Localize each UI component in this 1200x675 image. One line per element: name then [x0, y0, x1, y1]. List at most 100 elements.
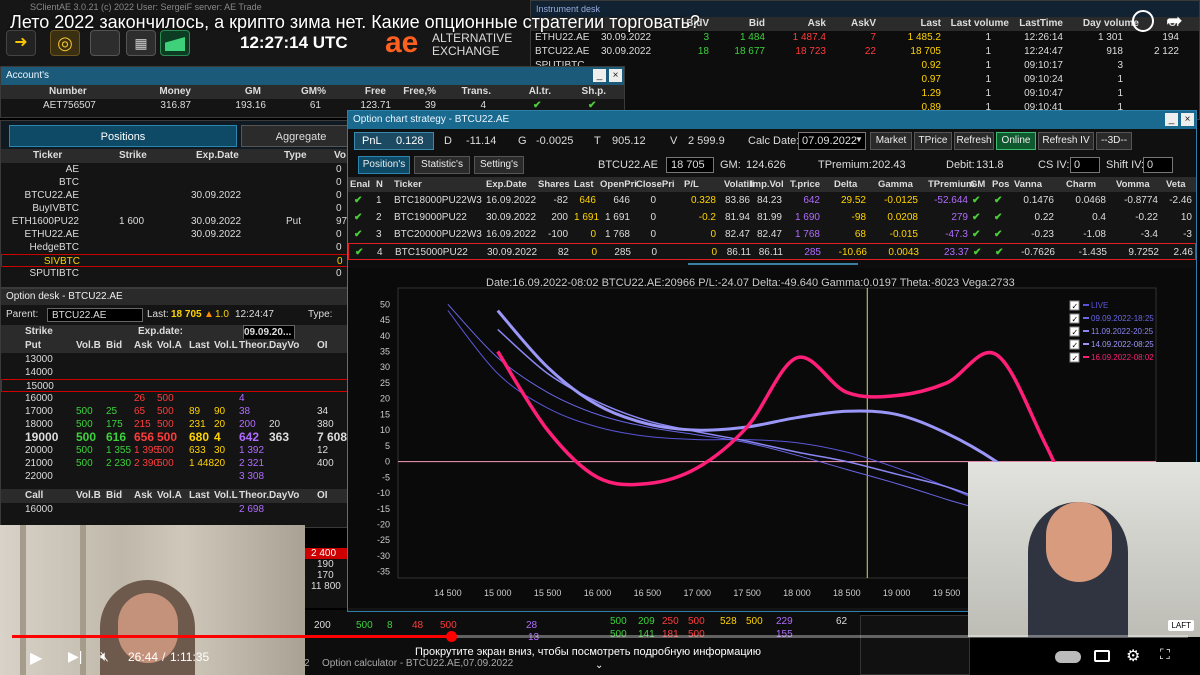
instrument-row[interactable]: 1.29 1 09:10:47 1 — [531, 87, 1199, 101]
play-icon[interactable]: ▶ — [30, 648, 42, 668]
col-free[interactable]: Free — [346, 85, 386, 98]
call-row[interactable]: 16000 2 698 — [1, 503, 349, 516]
3d-button[interactable]: --3D-- — [1096, 132, 1132, 150]
refresh-iv-button[interactable]: Refresh IV — [1038, 132, 1094, 150]
put-row[interactable]: 19000 500 616 656 500 680 4 642 363 7 608 — [1, 431, 349, 444]
minimize-icon[interactable]: _ — [1165, 113, 1178, 126]
tab-aggregate[interactable]: Aggregate — [241, 125, 349, 147]
grid-scrollbar[interactable] — [348, 260, 1196, 268]
col-lasttime[interactable]: LastTime — [1009, 17, 1063, 30]
online-button[interactable]: Online — [996, 132, 1036, 150]
put-row[interactable]: 22000 3 308 — [1, 470, 349, 483]
col-ticker[interactable]: Ticker — [33, 149, 62, 162]
option-calc-title[interactable]: Option calculator - BTCU22.AE,07.09.2022 — [322, 658, 513, 669]
col-shp[interactable]: Sh.p. — [566, 85, 606, 98]
tab-positions[interactable]: Positions — [9, 125, 237, 147]
gm-check-icon[interactable]: ✔ — [973, 244, 981, 261]
underlying-price-input[interactable]: 18 705 — [666, 157, 714, 173]
minimize-icon[interactable]: _ — [593, 69, 606, 82]
clock-icon[interactable] — [1132, 10, 1154, 32]
col-type[interactable]: Type — [284, 149, 307, 162]
position-row[interactable]: HedgeBTC 0 — [1, 241, 349, 254]
autoplay-toggle[interactable] — [1055, 651, 1081, 663]
position-row[interactable]: BuyIVBTC 0 — [1, 202, 349, 215]
position-row[interactable]: SIVBTC 0 — [1, 254, 349, 267]
col-money[interactable]: Money — [141, 85, 191, 98]
position-row[interactable]: BTC 0 — [1, 176, 349, 189]
col-last-volume[interactable]: Last volume — [941, 17, 1009, 30]
gm-check-icon[interactable]: ✔ — [972, 192, 980, 209]
put-row[interactable]: 20000 500 1 355 1 395 500 633 30 1 392 12 — [1, 444, 349, 457]
strategy-position-row[interactable]: ✔ 3 BTC20000PU22W3 16.09.2022 -100 0 1 768 0 0 82… — [348, 226, 1196, 243]
instrument-row[interactable]: BTCU22.AE 30.09.2022 18 18 677 18 723 22 18 70… — [531, 45, 1199, 59]
market-button[interactable]: Market — [870, 132, 912, 150]
position-row[interactable]: ETHU22.AE 30.09.2022 0 — [1, 228, 349, 241]
position-row[interactable]: ETH1600PU22 1 600 30.09.2022 Put 97 — [1, 215, 349, 228]
put-row[interactable]: 14000 — [1, 366, 349, 379]
col-number[interactable]: Number — [49, 85, 87, 98]
mute-icon[interactable]: 🔇︎ — [100, 648, 109, 665]
instrument-row[interactable]: SPUTIBTC0.92109:10:173 — [531, 59, 1199, 73]
calc-date-dropdown-icon[interactable]: ▼ — [855, 135, 863, 144]
refresh-button[interactable]: Refresh — [954, 132, 994, 150]
instrument-row[interactable]: ETHU22.AE 30.09.2022 3 1 484 1 487.4 7 1 485.2… — [531, 31, 1199, 45]
close-icon[interactable]: × — [1181, 113, 1194, 126]
gm-check-icon[interactable]: ✔ — [972, 226, 980, 243]
chevron-down-icon[interactable]: ⌄ — [595, 660, 603, 671]
enable-check-icon[interactable]: ✔ — [354, 192, 362, 209]
put-row[interactable]: 15000 — [1, 379, 349, 392]
settings-gear-icon[interactable]: ⚙ — [1126, 646, 1140, 666]
col-bid[interactable]: Bid — [715, 17, 765, 30]
strategy-position-row[interactable]: ✔ 4 BTC15000PU22 30.09.2022 82 0 285 0 0 86.11 86.… — [348, 243, 1196, 260]
position-row[interactable]: BTCU22.AE 30.09.2022 0 — [1, 189, 349, 202]
col-freep[interactable]: Free,% — [396, 85, 436, 98]
shiftiv-input[interactable]: 0 — [1143, 157, 1173, 173]
position-row[interactable]: AE 0 — [1, 163, 349, 176]
fullscreen-icon[interactable]: ⛶ — [1160, 646, 1170, 663]
col-expdate[interactable]: Exp.Date — [196, 149, 239, 162]
gm-check-icon[interactable]: ✔ — [972, 209, 980, 226]
put-row[interactable]: 16000 26 500 4 — [1, 392, 349, 405]
wallet-icon[interactable] — [90, 30, 120, 56]
pos-check-icon[interactable]: ✔ — [995, 244, 1003, 261]
col-last[interactable]: Last — [881, 17, 941, 30]
put-row[interactable]: 17000 500 25 65 500 89 90 38 34 — [1, 405, 349, 418]
tab-positions[interactable]: Position's — [358, 156, 410, 174]
pos-check-icon[interactable]: ✔ — [994, 209, 1002, 226]
tprice-button[interactable]: TPrice — [914, 132, 952, 150]
csiv-input[interactable]: 0 — [1070, 157, 1100, 173]
position-row[interactable]: SPUTIBTC 0 — [1, 267, 349, 280]
coins-icon[interactable]: ◎ — [50, 30, 80, 56]
col-gm[interactable]: GM — [221, 85, 261, 98]
enable-check-icon[interactable]: ✔ — [355, 244, 363, 261]
enable-check-icon[interactable]: ✔ — [354, 209, 362, 226]
calculator-icon[interactable]: ▦ — [126, 30, 156, 56]
close-icon[interactable]: × — [609, 69, 622, 82]
subtitles-icon[interactable] — [1094, 650, 1110, 662]
pos-check-icon[interactable]: ✔ — [994, 192, 1002, 209]
video-title[interactable]: Лето 2022 закончилось, а крипто зима нет… — [10, 12, 700, 33]
col-day-volume[interactable]: Day volume — [1067, 17, 1139, 30]
expdate-select[interactable]: 09.09.20... — [243, 325, 295, 340]
enable-check-icon[interactable]: ✔ — [354, 226, 362, 243]
chart-icon[interactable] — [160, 30, 190, 56]
share-icon[interactable]: ➦ — [1166, 8, 1183, 33]
video-progress-knob[interactable] — [445, 631, 457, 642]
strategy-position-row[interactable]: ✔ 2 BTC19000PU22 30.09.2022 200 1 691 1 691 0 -0… — [348, 209, 1196, 226]
col-trans[interactable]: Trans. — [446, 85, 491, 98]
next-icon[interactable]: ▶| — [68, 648, 82, 665]
instrument-row[interactable]: 0.97 1 09:10:24 1 — [531, 73, 1199, 87]
col-ask[interactable]: Ask — [771, 17, 826, 30]
col-vol[interactable]: Vo — [334, 149, 346, 162]
connect-icon[interactable]: ➜ — [6, 30, 36, 56]
strategy-position-row[interactable]: ✔ 1 BTC18000PU22W3 16.09.2022 -82 646 646 0 0.32… — [348, 192, 1196, 209]
parent-select[interactable]: BTCU22.AE — [47, 308, 143, 322]
pos-check-icon[interactable]: ✔ — [994, 226, 1002, 243]
col-gmp[interactable]: GM% — [286, 85, 326, 98]
put-row[interactable]: 21000 500 2 230 2 390 500 1 448 20 2 321 400 — [1, 457, 349, 470]
col-altr[interactable]: Al.tr. — [511, 85, 551, 98]
col-askv[interactable]: AskV — [831, 17, 876, 30]
col-strike[interactable]: Strike — [119, 149, 147, 162]
tab-statistics[interactable]: Statistic's — [414, 156, 470, 174]
put-row[interactable]: 13000 — [1, 353, 349, 366]
